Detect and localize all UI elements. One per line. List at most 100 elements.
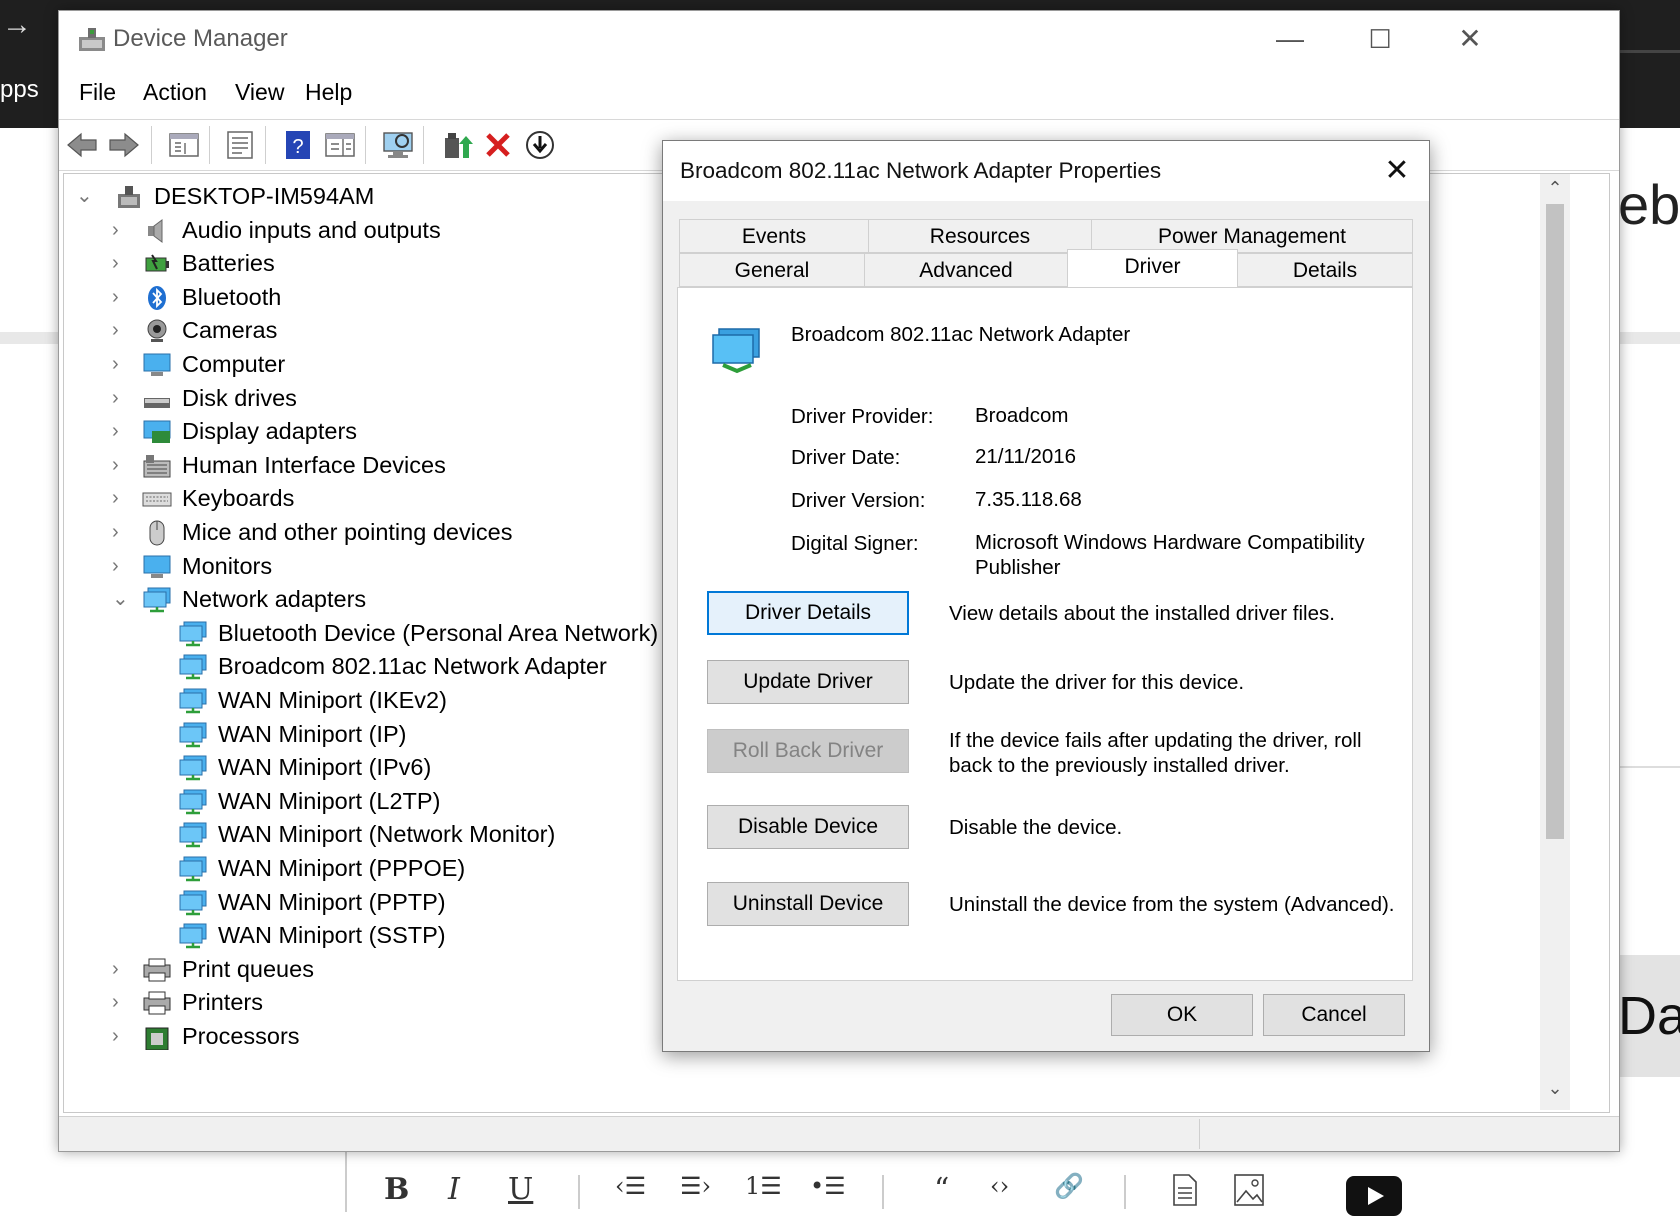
indent-button[interactable]: ☰› <box>680 1172 711 1200</box>
image-icon[interactable] <box>1234 1174 1264 1214</box>
scroll-up-icon[interactable]: ⌃ <box>1540 178 1570 199</box>
chevron-right-icon[interactable]: › <box>112 548 134 584</box>
dialog-title-bar: Broadcom 802.11ac Network Adapter Proper… <box>663 141 1429 201</box>
battery-icon <box>145 254 169 272</box>
chevron-right-icon[interactable]: › <box>112 480 134 516</box>
chevron-right-icon[interactable]: › <box>112 984 134 1020</box>
status-bar <box>59 1116 1619 1151</box>
link-button[interactable]: 🔗 <box>1054 1172 1084 1200</box>
chevron-down-icon[interactable]: ⌄ <box>112 581 134 617</box>
help-icon[interactable]: ? <box>281 128 315 162</box>
underline-button[interactable]: U <box>508 1172 533 1207</box>
dialog-close-button[interactable]: ✕ <box>1375 151 1419 191</box>
disable-device-icon[interactable] <box>523 128 557 162</box>
tree-item-label: Computer <box>182 351 286 377</box>
network-icon <box>143 587 171 613</box>
cancel-button[interactable]: Cancel <box>1263 994 1405 1036</box>
toolbar-separator <box>1124 1175 1126 1209</box>
toolbar-separator <box>151 126 152 164</box>
ok-button[interactable]: OK <box>1111 994 1253 1036</box>
network-icon <box>179 789 207 815</box>
driver-date-value: 21/11/2016 <box>975 445 1077 468</box>
ordered-list-button[interactable]: 1☰ <box>745 1172 782 1200</box>
computer-tower-icon <box>118 186 140 208</box>
document-icon[interactable] <box>1172 1174 1198 1214</box>
menu-view[interactable]: View <box>235 79 284 106</box>
italic-button[interactable]: I <box>448 1172 460 1207</box>
quote-button[interactable]: “ <box>934 1172 949 1207</box>
tree-item-label: WAN Miniport (L2TP) <box>218 788 441 814</box>
maximize-button[interactable]: ☐ <box>1345 17 1415 61</box>
chevron-right-icon[interactable]: › <box>112 1018 134 1054</box>
roll-back-driver-button[interactable]: Roll Back Driver <box>707 729 909 773</box>
network-icon <box>179 755 207 781</box>
tab-driver[interactable]: Driver <box>1067 249 1238 287</box>
menu-help[interactable]: Help <box>305 79 352 106</box>
chevron-right-icon[interactable]: › <box>112 413 134 449</box>
tab-events[interactable]: Events <box>679 219 869 253</box>
driver-provider-value: Broadcom <box>975 404 1069 427</box>
device-name: Broadcom 802.11ac Network Adapter <box>791 323 1131 346</box>
tab-power-management[interactable]: Power Management <box>1091 219 1413 253</box>
driver-date-label: Driver Date: <box>791 446 901 469</box>
network-icon <box>179 688 207 714</box>
tree-item-label: Cameras <box>182 317 278 343</box>
uninstall-device-icon[interactable] <box>481 128 515 162</box>
update-driver-button[interactable]: Update Driver <box>707 660 909 704</box>
chevron-right-icon[interactable]: › <box>112 346 134 382</box>
close-button[interactable]: ✕ <box>1435 17 1505 61</box>
driver-details-button[interactable]: Driver Details <box>707 591 909 635</box>
monitor-icon <box>143 555 171 578</box>
device-manager-icon <box>79 28 105 51</box>
tree-item-label: Batteries <box>182 250 275 276</box>
editor-toolbar <box>345 1150 1680 1212</box>
update-driver-description: Update the driver for this device. <box>949 671 1245 694</box>
properties-icon[interactable] <box>223 128 257 162</box>
background-right-text-2: Dat <box>1618 955 1680 1077</box>
chevron-right-icon[interactable]: › <box>112 447 134 483</box>
action-pane-icon[interactable] <box>323 128 357 162</box>
minimize-button[interactable]: — <box>1255 17 1325 61</box>
forward-arrow-icon[interactable] <box>107 128 141 162</box>
title-bar: Device Manager — ☐ ✕ <box>59 11 1619 71</box>
outdent-button[interactable]: ‹☰ <box>615 1172 646 1200</box>
menu-file[interactable]: File <box>79 79 116 106</box>
disable-device-button[interactable]: Disable Device <box>707 805 909 849</box>
menu-action[interactable]: Action <box>143 79 207 106</box>
bullet-list-button[interactable]: •☰ <box>810 1172 846 1200</box>
forward-arrow-icon[interactable]: → <box>2 8 32 42</box>
chevron-right-icon[interactable]: › <box>112 514 134 550</box>
chevron-right-icon[interactable]: › <box>112 245 134 281</box>
tree-item-label: Network adapters <box>182 586 367 612</box>
update-driver-icon[interactable] <box>439 128 473 162</box>
bold-button[interactable]: B <box>384 1172 409 1207</box>
chevron-right-icon[interactable]: › <box>112 951 134 987</box>
toolbar-separator <box>209 126 210 164</box>
background-divider <box>1620 50 1680 53</box>
scan-hardware-icon[interactable] <box>381 128 415 162</box>
vertical-scrollbar[interactable]: ⌃ ⌄ <box>1540 174 1570 1110</box>
hid-icon <box>143 455 171 478</box>
uninstall-device-button[interactable]: Uninstall Device <box>707 882 909 926</box>
toolbar-separator <box>423 126 424 164</box>
background-left-text: pps <box>0 76 39 103</box>
chevron-right-icon[interactable]: › <box>112 380 134 416</box>
tree-item-label: Broadcom 802.11ac Network Adapter <box>218 653 607 679</box>
chevron-right-icon[interactable]: › <box>112 212 134 248</box>
tree-item-label: Human Interface Devices <box>182 452 446 478</box>
tab-details[interactable]: Details <box>1237 253 1413 287</box>
chevron-right-icon[interactable]: › <box>112 312 134 348</box>
digital-signer-label: Digital Signer: <box>791 532 919 555</box>
show-hide-console-tree-icon[interactable] <box>167 128 201 162</box>
back-arrow-icon[interactable] <box>65 128 99 162</box>
code-button[interactable]: ‹› <box>990 1172 1009 1200</box>
scrollbar-thumb[interactable] <box>1546 204 1564 839</box>
tab-resources[interactable]: Resources <box>868 219 1092 253</box>
chevron-right-icon[interactable]: › <box>112 279 134 315</box>
scroll-down-icon[interactable]: ⌄ <box>1540 1078 1570 1099</box>
chevron-down-icon[interactable]: ⌄ <box>76 178 98 214</box>
tab-advanced[interactable]: Advanced <box>864 253 1068 287</box>
youtube-embed-icon[interactable] <box>1346 1176 1402 1216</box>
tab-general[interactable]: General <box>679 253 865 287</box>
bluetooth-icon <box>148 286 166 310</box>
